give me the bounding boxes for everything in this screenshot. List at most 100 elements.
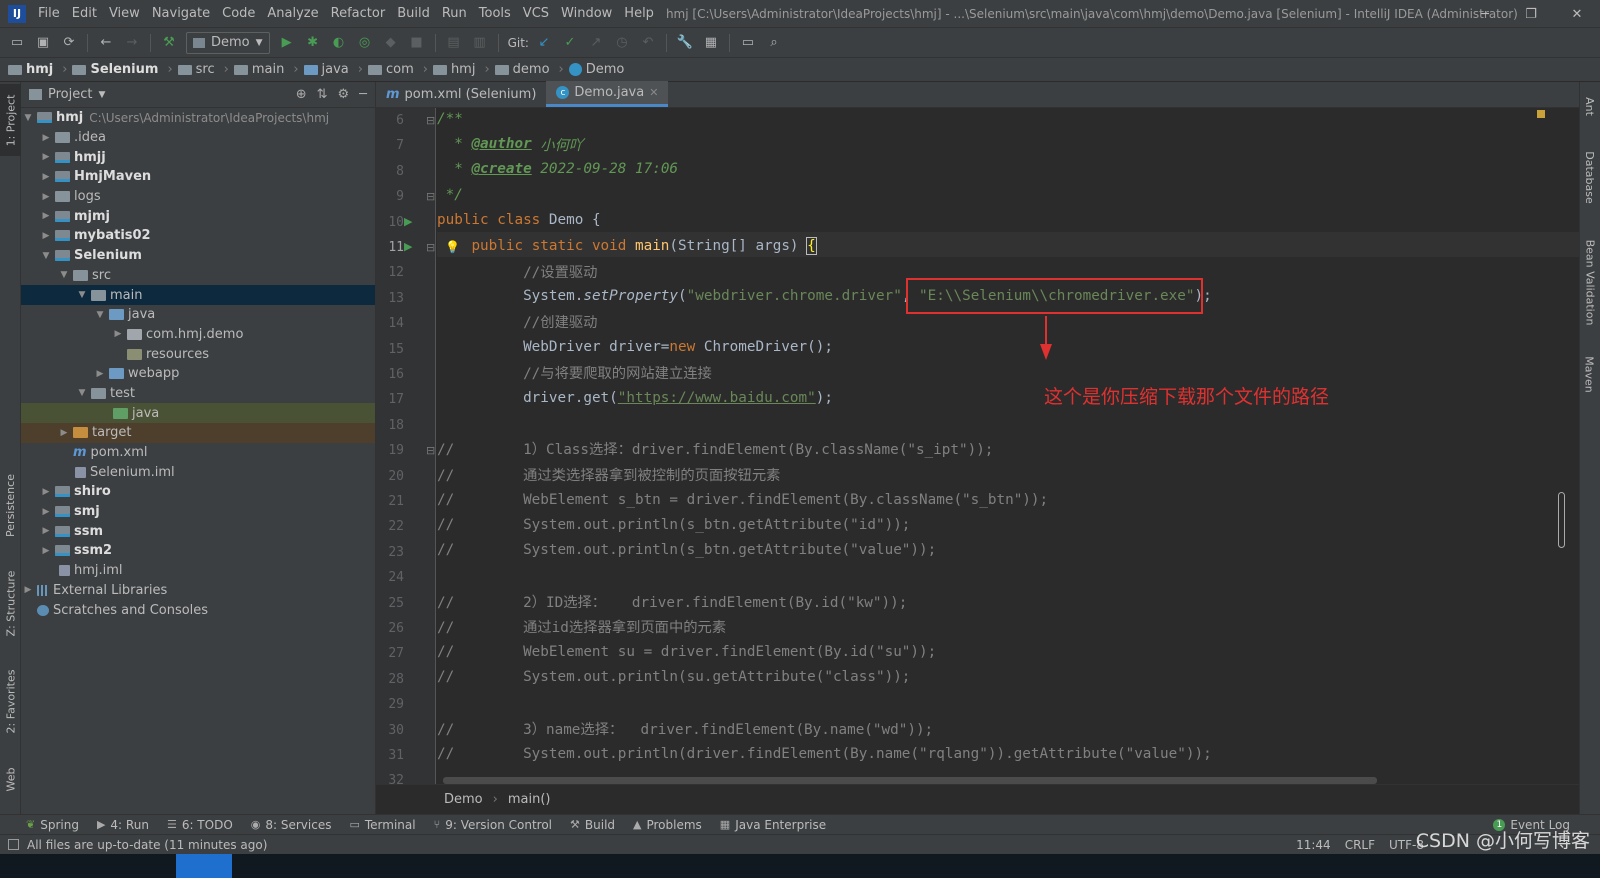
tool-tab-terminal[interactable]: ▭ Terminal [349,818,415,832]
vcs-update-icon[interactable]: ▤ [443,32,465,54]
expanded-arrow-icon[interactable]: ▼ [93,310,107,320]
tree-item-test[interactable]: ▼ test [21,384,375,404]
fold-icon[interactable]: ⊟ [426,444,435,457]
sync-icon[interactable]: ⟳ [58,32,80,54]
collapsed-arrow-icon[interactable]: ▶ [39,172,53,182]
breadcrumb-item[interactable]: com › [367,62,433,77]
breadcrumb-item[interactable]: main › [233,62,304,77]
collapsed-arrow-icon[interactable]: ▶ [111,329,125,339]
tree-item-selenium-iml[interactable]: Selenium.iml [21,462,375,482]
tree-item-target[interactable]: ▶ target [21,423,375,443]
tree-item-test-java[interactable]: java [21,403,375,423]
project-structure-icon[interactable]: ▦ [700,32,722,54]
menu-run[interactable]: Run [436,6,473,21]
menu-view[interactable]: View [103,6,146,21]
search-icon[interactable]: ⌕ [763,32,785,54]
code-editor[interactable]: /** * @author 小何吖 * @create 2022-09-28 1… [437,108,1579,784]
tree-item-external-libraries[interactable]: ▶ External Libraries [21,581,375,601]
close-icon[interactable]: ✕ [1554,0,1600,28]
run-gutter-icon[interactable]: ▶ [404,215,412,228]
collapsed-arrow-icon[interactable]: ▶ [39,231,53,241]
expanded-arrow-icon[interactable]: ▼ [75,388,89,398]
tree-item-mybatis02[interactable]: ▶ mybatis02 [21,226,375,246]
collapsed-arrow-icon[interactable]: ▶ [39,507,53,517]
breadcrumb-item[interactable]: Demo [568,62,624,77]
coverage-icon[interactable]: ◐ [328,32,350,54]
save-all-icon[interactable]: ▣ [32,32,54,54]
expanded-arrow-icon[interactable]: ▼ [39,251,53,261]
open-folder-icon[interactable]: ▭ [6,32,28,54]
git-commit-icon[interactable]: ✓ [559,32,581,54]
run-configuration-select[interactable]: Demo ▼ [186,31,270,54]
tree-item-ssm[interactable]: ▶ ssm [21,521,375,541]
tree-item-shiro[interactable]: ▶ shiro [21,482,375,502]
tool-tab-services[interactable]: ◉ 8: Services [251,818,332,832]
tool-tab-database[interactable]: Database [1579,142,1600,212]
stop-icon[interactable]: ■ [406,32,428,54]
tree-item-src[interactable]: ▼ src [21,266,375,286]
debug-icon[interactable]: ✱ [302,32,324,54]
fold-icon[interactable]: ⊟ [426,241,435,254]
tool-tab-bean-validation[interactable]: Bean Validation [1579,232,1600,332]
collapsed-arrow-icon[interactable]: ▶ [21,585,35,595]
tab-pom-xml[interactable]: m pom.xml (Selenium) [376,81,546,107]
breadcrumb-item[interactable]: src › [177,62,234,77]
taskbar-active-app[interactable] [176,854,232,878]
expanded-arrow-icon[interactable]: ▼ [21,113,35,123]
collapse-all-icon[interactable]: ⇅ [317,87,328,102]
tree-item-hmjmaven[interactable]: ▶ HmjMaven [21,167,375,187]
tool-tab-version-control[interactable]: ⑂ 9: Version Control [434,818,552,832]
breadcrumb-item[interactable]: Selenium › [72,62,177,77]
tree-item-java[interactable]: ▼ java [21,305,375,325]
collapsed-arrow-icon[interactable]: ▶ [57,428,71,438]
breadcrumb-item[interactable]: java › [303,62,368,77]
menu-build[interactable]: Build [391,6,436,21]
collapsed-arrow-icon[interactable]: ▶ [93,369,107,379]
tool-tab-maven[interactable]: Maven [1579,348,1600,400]
tree-item-hmj[interactable]: ▼ hmj C:\Users\Administrator\IdeaProjects\… [21,108,375,128]
gear-icon[interactable]: ⚙ [338,87,350,102]
git-push-icon[interactable]: ↗ [585,32,607,54]
tool-tab-structure[interactable]: Z: Structure [0,562,21,644]
tab-demo-java[interactable]: c Demo.java ✕ [546,81,669,107]
tree-item-hmj-iml[interactable]: hmj.iml [21,561,375,581]
menu-code[interactable]: Code [216,6,261,21]
menu-file[interactable]: File [32,6,66,21]
tree-item-mjmj[interactable]: ▶ mjmj [21,206,375,226]
tool-tab-todo[interactable]: ☰ 6: TODO [167,818,233,832]
run-gutter-icon[interactable]: ▶ [404,240,412,253]
breadcrumb-item[interactable]: hmj › [432,62,495,77]
collapsed-arrow-icon[interactable]: ▶ [39,487,53,497]
tool-tab-run[interactable]: ▶ 4: Run [97,818,149,832]
menu-edit[interactable]: Edit [66,6,103,21]
settings-wrench-icon[interactable]: 🔧 [674,32,696,54]
forward-icon[interactable]: → [121,32,143,54]
breadcrumb-item[interactable]: hmj › [8,62,72,77]
attach-icon[interactable]: ◆ [380,32,402,54]
build-hammer-icon[interactable]: ⚒ [158,32,180,54]
tool-tab-java-enterprise[interactable]: ▦ Java Enterprise [720,818,826,832]
rollback-icon[interactable]: ↶ [637,32,659,54]
tree-item-ssm2[interactable]: ▶ ssm2 [21,541,375,561]
history-icon[interactable]: ◷ [611,32,633,54]
breadcrumb-item[interactable]: demo › [494,62,569,77]
bulb-icon[interactable]: 💡 [445,240,460,254]
tree-item-main[interactable]: ▼ main [21,285,375,305]
chevron-down-icon[interactable]: ▼ [98,90,105,100]
horizontal-scrollbar[interactable] [443,777,1377,784]
vertical-scrollbar[interactable] [1558,492,1565,548]
tool-tab-web[interactable]: Web [0,754,21,804]
presentation-icon[interactable]: ▭ [737,32,759,54]
tool-tab-problems[interactable]: ▲ Problems [633,818,702,832]
tree-item-selenium[interactable]: ▼ Selenium [21,246,375,266]
git-update-icon[interactable]: ↙ [533,32,555,54]
tree-item-smj[interactable]: ▶ smj [21,502,375,522]
menu-analyze[interactable]: Analyze [261,6,324,21]
expanded-arrow-icon[interactable]: ▼ [75,290,89,300]
close-tab-icon[interactable]: ✕ [649,86,658,99]
caret-position[interactable]: 11:44 [1296,838,1331,852]
collapsed-arrow-icon[interactable]: ▶ [39,192,53,202]
tool-tab-build[interactable]: ⚒ Build [570,818,615,832]
collapsed-arrow-icon[interactable]: ▶ [39,152,53,162]
hide-icon[interactable]: ─ [359,87,367,102]
